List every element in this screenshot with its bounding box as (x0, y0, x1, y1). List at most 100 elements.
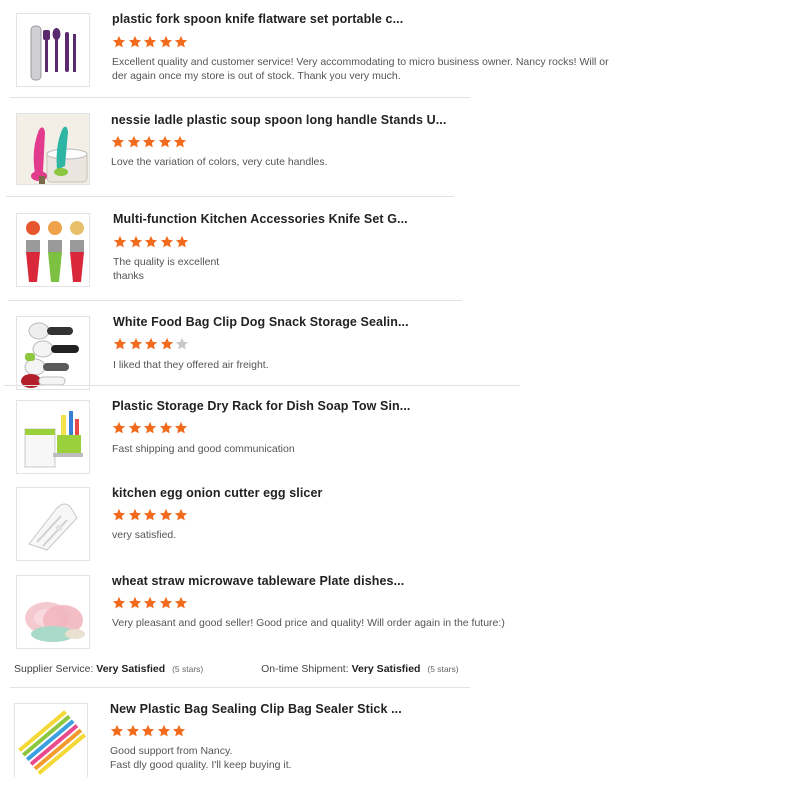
star-filled-icon (173, 135, 187, 148)
product-title-link[interactable]: Multi-function Kitchen Accessories Knife… (113, 212, 408, 226)
rating-stars (110, 724, 188, 738)
review-line: Good support from Nancy. (110, 745, 233, 757)
review-text: The quality is excellent thanks (113, 255, 219, 283)
bag-sealer-sticks-image (18, 710, 87, 775)
product-thumbnail[interactable] (16, 487, 90, 561)
review-line: very satisfied. (112, 529, 177, 541)
review-text: I liked that they offered air freight. (113, 358, 269, 372)
peeler-set-image (26, 221, 84, 282)
star-filled-icon (113, 235, 127, 248)
star-filled-icon (128, 35, 141, 48)
divider (10, 687, 470, 688)
star-filled-icon (159, 508, 172, 521)
star-filled-icon (157, 724, 170, 737)
product-title-link[interactable]: kitchen egg onion cutter egg slicer (112, 486, 322, 500)
divider (10, 97, 470, 98)
product-title-link[interactable]: nessie ladle plastic soup spoon long han… (111, 113, 446, 127)
star-filled-icon (129, 235, 142, 248)
star-filled-icon (143, 35, 157, 48)
star-filled-icon (159, 421, 172, 434)
supplier-service-value: Very Satisfied (96, 663, 166, 675)
star-filled-icon (172, 724, 186, 737)
star-filled-icon (129, 337, 142, 350)
product-thumbnail[interactable] (14, 703, 88, 777)
supplier-service-stars: (5 stars) (172, 664, 204, 674)
shipment-stars: (5 stars) (427, 664, 459, 674)
shipment-label: On-time Shipment: (261, 663, 349, 675)
star-empty-icon (175, 337, 189, 350)
star-filled-icon (143, 596, 157, 609)
egg-slicer-image (28, 503, 78, 551)
rating-stars (112, 35, 190, 49)
product-thumbnail[interactable] (16, 113, 90, 185)
star-filled-icon (110, 724, 124, 737)
shipment-value: Very Satisfied (351, 663, 421, 675)
product-thumbnail[interactable] (16, 316, 90, 390)
star-filled-icon (127, 135, 140, 148)
bag-clip-scoops-image (21, 322, 79, 388)
supplier-rating-summary: Supplier Service: Very Satisfied (5 star… (14, 663, 459, 675)
product-title-link[interactable]: New Plastic Bag Sealing Clip Bag Sealer … (110, 702, 402, 716)
star-filled-icon (128, 596, 141, 609)
nessie-ladle-image (17, 114, 89, 184)
product-title-link[interactable]: Plastic Storage Dry Rack for Dish Soap T… (112, 399, 411, 413)
star-filled-icon (128, 421, 141, 434)
divider (8, 300, 462, 301)
star-filled-icon (143, 421, 157, 434)
rating-stars (112, 596, 190, 610)
star-filled-icon (112, 596, 126, 609)
star-filled-icon (159, 35, 172, 48)
star-filled-icon (175, 235, 189, 248)
review-line: Love the variation of colors, very cute … (111, 156, 328, 168)
product-thumbnail[interactable] (16, 213, 90, 287)
star-filled-icon (126, 724, 139, 737)
review-text: Good support from Nancy. Fast dly good q… (110, 744, 292, 772)
star-filled-icon (144, 235, 158, 248)
rating-stars (111, 135, 189, 149)
product-thumbnail[interactable] (16, 400, 90, 474)
rating-stars (113, 235, 191, 249)
star-filled-icon (112, 421, 126, 434)
product-title-link[interactable]: White Food Bag Clip Dog Snack Storage Se… (113, 315, 409, 329)
star-filled-icon (112, 508, 126, 521)
rating-stars (113, 337, 191, 351)
rating-stars (112, 421, 190, 435)
star-filled-icon (142, 135, 156, 148)
supplier-service-label: Supplier Service: (14, 663, 94, 675)
purple-cutlery-set-image (30, 25, 76, 81)
review-line: thanks (113, 270, 144, 282)
star-filled-icon (174, 421, 188, 434)
review-text: very satisfied. (112, 528, 176, 542)
star-filled-icon (112, 35, 126, 48)
review-text: Love the variation of colors, very cute … (111, 155, 328, 169)
star-filled-icon (143, 508, 157, 521)
divider (4, 385, 520, 386)
review-line: Fast dly good quality. I'll keep buying … (110, 759, 292, 771)
product-thumbnail[interactable] (16, 13, 90, 87)
divider (6, 196, 454, 197)
star-filled-icon (111, 135, 125, 148)
star-filled-icon (159, 596, 172, 609)
star-filled-icon (174, 596, 188, 609)
rating-stars (112, 508, 190, 522)
sink-rack-image (24, 411, 83, 468)
star-filled-icon (174, 35, 188, 48)
review-text: Fast shipping and good communication (112, 442, 295, 456)
star-filled-icon (128, 508, 141, 521)
review-line: The quality is excellent (113, 256, 220, 268)
product-thumbnail[interactable] (16, 575, 90, 649)
star-filled-icon (141, 724, 155, 737)
review-line: der again once my store is out of stock.… (112, 70, 401, 82)
wheat-plates-image (25, 602, 85, 642)
review-line: I liked that they offered air freight. (113, 359, 269, 371)
star-filled-icon (158, 135, 171, 148)
star-filled-icon (144, 337, 158, 350)
review-line: Very pleasant and good seller! Good pric… (112, 617, 505, 629)
review-text: Very pleasant and good seller! Good pric… (112, 616, 505, 630)
star-filled-icon (160, 235, 173, 248)
star-filled-icon (160, 337, 173, 350)
star-filled-icon (174, 508, 188, 521)
product-title-link[interactable]: plastic fork spoon knife flatware set po… (112, 12, 403, 26)
product-title-link[interactable]: wheat straw microwave tableware Plate di… (112, 574, 404, 588)
review-line: Fast shipping and good communication (112, 443, 295, 455)
